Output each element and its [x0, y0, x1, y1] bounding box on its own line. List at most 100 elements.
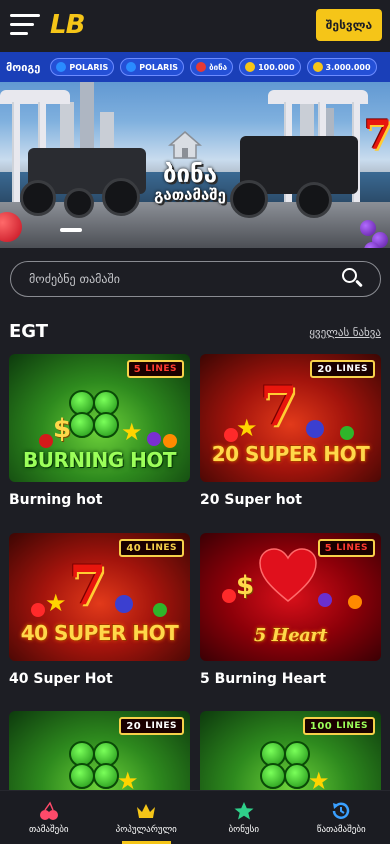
game-thumbnail[interactable]: 5 LINES $ 5 Heart [200, 533, 381, 661]
apartment-icon [196, 62, 207, 72]
star-icon: ★ [236, 414, 258, 442]
promo-item-text: POLARIS [139, 62, 179, 72]
lines-count: 5 [324, 542, 333, 554]
promo-item-polaris-1: POLARIS [50, 58, 115, 76]
nav-item-popular[interactable]: პოპულარული [98, 791, 196, 844]
lines-label: LINES [336, 364, 368, 374]
nav-item-games[interactable]: თამაშები [0, 791, 98, 844]
lines-badge: 5 LINES [126, 360, 184, 378]
polaris-icon [56, 62, 67, 72]
game-name[interactable]: Burning hot [9, 492, 190, 508]
promo-item-text: 100.000 [258, 62, 295, 72]
lines-label: LINES [336, 543, 368, 553]
melon-icon [340, 426, 354, 440]
star-icon: ★ [121, 418, 143, 446]
lines-badge: 100 LINES [302, 717, 375, 735]
search-input[interactable] [11, 272, 342, 286]
nav-item-bonus[interactable]: ბონუსი [195, 791, 293, 844]
nav-label: ბონუსი [228, 824, 260, 835]
grape-icon [147, 432, 161, 446]
lines-count: 20 [126, 720, 142, 732]
utv-wheel [296, 182, 332, 218]
game-card-40-super-hot[interactable]: 40 LINES 7 ★ 40 SUPER HOT 40 Super Hot [9, 533, 190, 687]
grape-icon [318, 593, 332, 607]
banner-colonnade [0, 90, 70, 104]
seven-icon: 7 [260, 374, 298, 438]
game-name[interactable]: 40 Super Hot [9, 671, 190, 687]
seven-icon: 7 [69, 553, 107, 617]
nav-item-history[interactable]: წათამაშები [293, 791, 390, 844]
game-card-burning-hot[interactable]: 5 LINES ★ $ BURNING HOT Burning hot [9, 354, 190, 508]
cherry-icon [39, 434, 53, 448]
atv-wheel [64, 188, 94, 218]
promo-label: მოიგე [6, 60, 41, 74]
cherry-icon [31, 603, 45, 617]
history-icon [333, 802, 350, 819]
atv-wheel [20, 180, 56, 216]
lines-label: LINES [145, 543, 177, 553]
promo-item-text: ბინა [209, 62, 228, 72]
game-name[interactable]: 5 Burning Heart [200, 671, 381, 687]
cherries-icon [39, 800, 58, 820]
game-thumbnail[interactable]: 5 LINES ★ $ BURNING HOT [9, 354, 190, 482]
prize-line-2: გათამაშე [154, 186, 226, 204]
dollar-icon: $ [53, 414, 72, 444]
game-card-5-burning-heart[interactable]: 5 LINES $ 5 Heart 5 Burning Heart [200, 533, 381, 687]
game-thumbnail[interactable]: 20 LINES 7 ★ 20 SUPER HOT [200, 354, 381, 482]
bottom-nav: თამაშები პოპულარული ბონუსი წათამაშები [0, 790, 390, 844]
lines-count: 20 [317, 363, 333, 375]
seven-decoration: 7 [364, 112, 390, 159]
nav-label: თამაშები [28, 824, 69, 835]
lines-badge: 20 LINES [310, 360, 375, 378]
lines-label: LINES [145, 721, 177, 731]
game-art-title: 5 Heart [253, 625, 328, 646]
lines-badge: 5 LINES [317, 539, 375, 557]
orange-icon [348, 595, 362, 609]
polaris-icon [126, 62, 137, 72]
promo-item-freespins: 3.000.000 [306, 58, 377, 76]
nav-label: წათამაშები [316, 824, 366, 835]
melon-icon [153, 603, 167, 617]
game-name[interactable]: 20 Super hot [200, 492, 381, 508]
dollar-icon: $ [236, 571, 255, 601]
logo[interactable]: LB [50, 10, 85, 40]
carousel-indicator[interactable] [60, 228, 82, 232]
section-title: EGT [9, 321, 49, 342]
grape-icon [306, 420, 324, 438]
prize-headline: ბინა გათამაშე [140, 162, 240, 204]
game-card-20-super-hot[interactable]: 20 LINES 7 ★ 20 SUPER HOT 20 Super hot [200, 354, 381, 508]
orange-icon [163, 434, 177, 448]
banner-column [12, 102, 20, 202]
atv-wheel [102, 178, 140, 216]
promo-banner[interactable]: მოიგე POLARIS POLARIS ბინა 100.000 3.000… [0, 52, 390, 248]
coin-icon [245, 62, 256, 72]
see-all-link[interactable]: ყველას ნახვა [309, 326, 381, 339]
search-icon[interactable] [342, 268, 364, 290]
lines-count: 100 [309, 720, 333, 732]
promo-item-cash: 100.000 [239, 58, 301, 76]
star-icon [234, 801, 254, 819]
promo-item-polaris-2: POLARIS [120, 58, 185, 76]
lines-label: LINES [145, 364, 177, 374]
promo-item-apartment: ბინა [190, 58, 234, 76]
crown-icon [137, 803, 156, 818]
nav-label: პოპულარული [115, 824, 177, 835]
lines-badge: 40 LINES [119, 539, 184, 557]
game-art-title: BURNING HOT [22, 448, 177, 472]
star-icon: ★ [45, 589, 67, 617]
house-icon [168, 131, 202, 159]
game-art-title: 40 SUPER HOT [20, 621, 179, 645]
promo-item-text: 3.000.000 [325, 62, 371, 72]
banner-ground [0, 202, 390, 248]
game-art-title: 20 SUPER HOT [211, 442, 370, 466]
cherry-icon [222, 589, 236, 603]
login-button[interactable]: შესვლა [316, 9, 382, 41]
search-bar [10, 261, 381, 297]
prize-line-1: ბინა [163, 160, 217, 188]
lines-count: 5 [133, 363, 142, 375]
menu-icon[interactable] [10, 14, 40, 36]
header: LB შესვლა [0, 0, 390, 52]
game-thumbnail[interactable]: 40 LINES 7 ★ 40 SUPER HOT [9, 533, 190, 661]
cherry-icon [224, 428, 238, 442]
heart-icon [259, 548, 317, 602]
